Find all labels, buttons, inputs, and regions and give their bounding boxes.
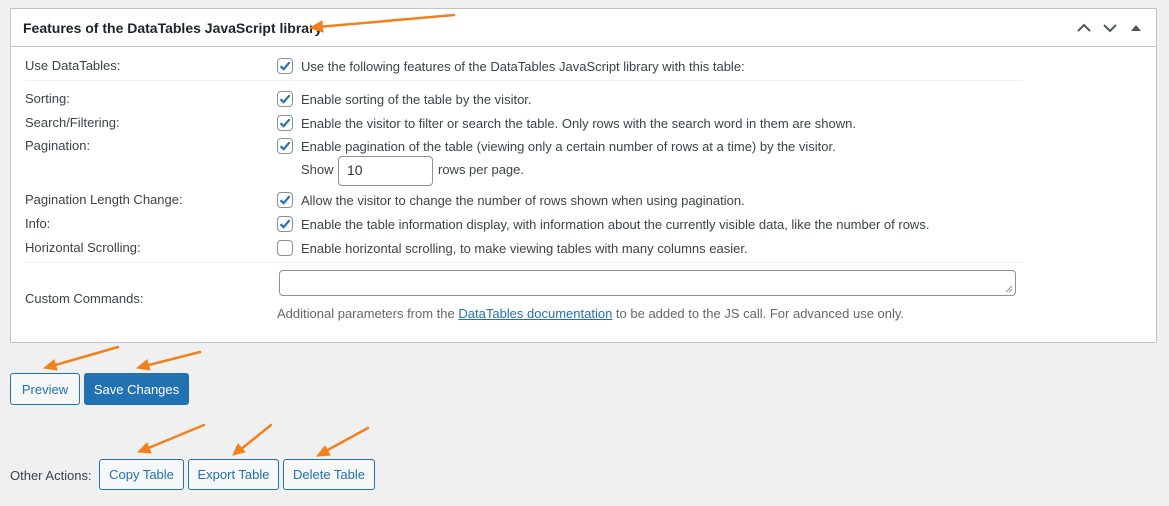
rows-per-page-input[interactable]: 10 [338,156,433,186]
preview-button[interactable]: Preview [10,373,80,405]
length-change-label: Pagination Length Change: [25,192,183,207]
datatables-features-panel: Features of the DataTables JavaScript li… [10,8,1157,343]
rows-show-label: Show [301,162,334,177]
use-datatables-checkbox[interactable] [277,58,293,74]
panel-title: Features of the DataTables JavaScript li… [23,20,323,36]
use-datatables-description: Use the following features of the DataTa… [301,59,745,74]
chevron-down-icon[interactable] [1100,18,1120,38]
custom-commands-help: Additional parameters from the DataTable… [277,306,904,321]
delete-table-button[interactable]: Delete Table [283,459,375,490]
pagination-label: Pagination: [25,138,91,153]
length-change-description: Allow the visitor to change the number o… [301,193,745,208]
arrow-to-save [143,350,202,368]
info-description: Enable the table information display, wi… [301,217,930,232]
horizontal-scrolling-description: Enable horizontal scrolling, to make vie… [301,241,748,256]
datatables-documentation-link[interactable]: DataTables documentation [458,306,612,321]
resize-grip-icon[interactable] [1005,285,1013,293]
horizontal-scrolling-checkbox[interactable] [277,240,293,256]
arrow-to-export [238,423,273,452]
sorting-description: Enable sorting of the table by the visit… [301,92,532,107]
sorting-label: Sorting: [25,91,70,106]
search-filtering-checkbox[interactable] [277,115,293,131]
info-checkbox[interactable] [277,216,293,232]
save-changes-button[interactable]: Save Changes [84,373,189,405]
arrow-to-preview [50,345,120,368]
custom-commands-label: Custom Commands: [25,291,144,306]
other-actions-label: Other Actions: [10,468,92,483]
search-filtering-description: Enable the visitor to filter or search t… [301,116,856,131]
panel-header: Features of the DataTables JavaScript li… [11,9,1156,47]
divider [25,262,1023,263]
arrow-to-copy [144,423,206,451]
pagination-checkbox[interactable] [277,138,293,154]
arrow-to-delete [322,426,370,454]
collapse-toggle-icon[interactable] [1126,18,1146,38]
horizontal-scrolling-label: Horizontal Scrolling: [25,240,141,255]
custom-commands-help-prefix: Additional parameters from the [277,306,459,321]
sorting-checkbox[interactable] [277,91,293,107]
export-table-button[interactable]: Export Table [188,459,279,490]
info-label: Info: [25,216,51,231]
use-datatables-label: Use DataTables: [25,58,121,73]
rows-per-page-suffix: rows per page. [438,162,524,177]
divider [25,80,1023,81]
search-filtering-label: Search/Filtering: [25,115,120,130]
pagination-description: Enable pagination of the table (viewing … [301,139,836,154]
length-change-checkbox[interactable] [277,192,293,208]
custom-commands-help-suffix: to be added to the JS call. For advanced… [612,306,905,321]
copy-table-button[interactable]: Copy Table [99,459,184,490]
chevron-up-icon[interactable] [1074,18,1094,38]
panel-handle-actions [1074,18,1146,38]
custom-commands-textarea[interactable] [279,270,1016,296]
